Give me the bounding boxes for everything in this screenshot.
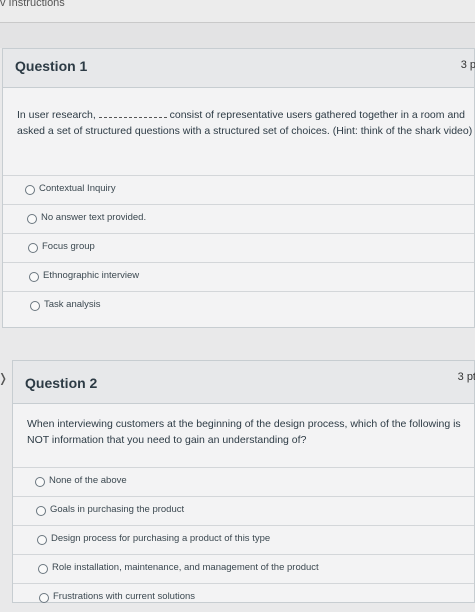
radio-button[interactable] [39, 593, 49, 603]
radio-button[interactable] [28, 243, 38, 253]
answer-label: Focus group [42, 241, 95, 252]
radio-button[interactable] [38, 564, 48, 574]
top-strip: v Instructions [0, 0, 475, 23]
answer-label: None of the above [49, 475, 127, 486]
radio-button[interactable] [37, 535, 47, 545]
instructions-toggle[interactable]: v Instructions [0, 0, 65, 9]
answer-option[interactable]: Frustrations with current solutions [13, 583, 474, 612]
answer-label: Role installation, maintenance, and mana… [52, 562, 319, 573]
question-title: Question 1 [15, 58, 88, 74]
answer-list: None of the above Goals in purchasing th… [13, 467, 474, 612]
answer-label: Contextual Inquiry [39, 183, 116, 194]
radio-button[interactable] [35, 477, 45, 487]
chevron-right-icon: ❭ [0, 371, 8, 385]
question-points: 3 p [460, 59, 475, 71]
radio-button[interactable] [29, 272, 39, 282]
spacer-bar [0, 23, 475, 48]
question-2: Question 2 3 pt When interviewing custom… [12, 360, 475, 603]
radio-button[interactable] [25, 185, 35, 195]
answer-option[interactable]: None of the above [13, 467, 474, 496]
answer-label: Goals in purchasing the product [50, 504, 185, 515]
answer-label: Frustrations with current solutions [53, 591, 196, 602]
radio-button[interactable] [27, 214, 37, 224]
answer-label: Ethnographic interview [43, 270, 140, 281]
question-points: 3 pt [457, 371, 475, 383]
question-title: Question 2 [25, 375, 98, 391]
answer-list: Contextual Inquiry No answer text provid… [3, 175, 474, 320]
question-text: When interviewing customers at the begin… [27, 418, 461, 446]
fill-in-blank [98, 107, 167, 118]
answer-option[interactable]: Task analysis [3, 291, 474, 320]
answer-option[interactable]: Focus group [3, 233, 474, 262]
answer-option[interactable]: Role installation, maintenance, and mana… [13, 554, 474, 583]
answer-option[interactable]: Goals in purchasing the product [13, 496, 474, 525]
radio-button[interactable] [30, 301, 40, 311]
answer-option[interactable]: Ethnographic interview [3, 262, 474, 291]
question-text: In user research, consist of representat… [17, 107, 473, 137]
answer-label: Task analysis [44, 299, 101, 310]
answer-label: No answer text provided. [41, 212, 147, 223]
answer-option[interactable]: No answer text provided. [3, 204, 474, 233]
answer-option[interactable]: Contextual Inquiry [3, 175, 474, 204]
radio-button[interactable] [36, 506, 46, 516]
question-1: Question 1 3 p In user research, consist… [2, 48, 475, 328]
question-header: Question 1 3 p [3, 49, 475, 88]
question-header: Question 2 3 pt [13, 361, 475, 404]
answer-label: Design process for purchasing a product … [51, 533, 271, 544]
answer-option[interactable]: Design process for purchasing a product … [13, 525, 474, 554]
